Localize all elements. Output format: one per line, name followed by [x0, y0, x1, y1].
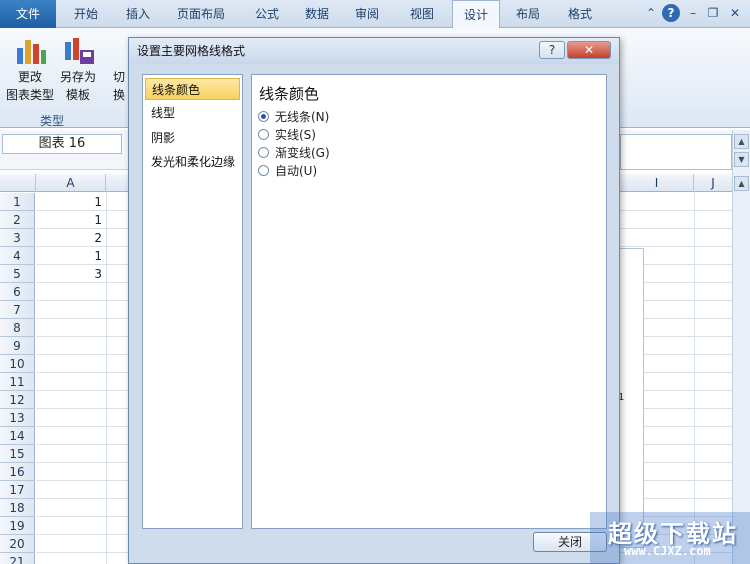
- change-chart-type-button[interactable]: 更改 图表类型: [4, 68, 56, 104]
- dialog-nav-pane: 线条颜色 线型 阴影 发光和柔化边缘: [142, 74, 243, 529]
- radio-icon[interactable]: [258, 147, 269, 158]
- column-header[interactable]: I: [620, 174, 694, 192]
- option-automatic[interactable]: 自动(U): [258, 162, 317, 180]
- tab-design[interactable]: 设计: [452, 0, 500, 29]
- group-label-type: 类型: [40, 114, 65, 128]
- radio-icon[interactable]: [258, 165, 269, 176]
- change-type-line2: 图表类型: [5, 88, 54, 102]
- nav-item-shadow[interactable]: 阴影: [145, 127, 240, 149]
- cell-a[interactable]: 1: [36, 247, 106, 265]
- tab-data[interactable]: 数据: [294, 0, 340, 28]
- row-header[interactable]: 12: [0, 391, 35, 409]
- row-header[interactable]: 5: [0, 265, 35, 283]
- collapse-ribbon-icon[interactable]: ⌃: [642, 4, 660, 22]
- row-header[interactable]: 8: [0, 319, 35, 337]
- save-template-line2: 模板: [65, 88, 90, 102]
- option-gradient-line[interactable]: 渐变线(G): [258, 144, 330, 162]
- option-label: 无线条(N): [275, 110, 330, 124]
- tab-view[interactable]: 视图: [394, 0, 450, 28]
- cell-a[interactable]: 1: [36, 211, 106, 229]
- radio-icon[interactable]: [258, 129, 269, 140]
- row-header[interactable]: 15: [0, 445, 35, 463]
- row-header[interactable]: 10: [0, 355, 35, 373]
- row-header[interactable]: 11: [0, 373, 35, 391]
- watermark-url: www.CJXZ.com: [624, 544, 711, 558]
- save-as-template-icon[interactable]: [62, 34, 96, 66]
- option-solid-line[interactable]: 实线(S): [258, 126, 316, 144]
- minimize-icon[interactable]: –: [684, 4, 702, 22]
- option-label: 渐变线(G): [275, 146, 330, 160]
- option-no-line[interactable]: 无线条(N): [258, 108, 329, 126]
- row-header[interactable]: 4: [0, 247, 35, 265]
- name-box[interactable]: 图表 16: [2, 134, 122, 154]
- row-header[interactable]: 3: [0, 229, 35, 247]
- tab-formulas[interactable]: 公式: [244, 0, 290, 28]
- row-header[interactable]: 19: [0, 517, 35, 535]
- save-as-template-button[interactable]: 另存为 模板: [56, 68, 100, 104]
- tab-page-layout[interactable]: 页面布局: [162, 0, 240, 28]
- row-header[interactable]: 21: [0, 553, 35, 564]
- row-header[interactable]: 18: [0, 499, 35, 517]
- cell-a[interactable]: 2: [36, 229, 106, 247]
- ribbon-tab-bar: 文件 开始 插入 页面布局 公式 数据 审阅 视图 设计 布局 格式 ⌃ ? –…: [0, 0, 750, 29]
- tab-format[interactable]: 格式: [556, 0, 604, 28]
- scroll-up-icon[interactable]: ▲: [734, 134, 749, 149]
- close-window-icon[interactable]: ✕: [726, 4, 744, 22]
- option-label: 实线(S): [275, 128, 316, 142]
- row-header[interactable]: 6: [0, 283, 35, 301]
- radio-icon[interactable]: [258, 111, 269, 122]
- scroll-down-icon[interactable]: ▼: [734, 152, 749, 167]
- row-header[interactable]: 17: [0, 481, 35, 499]
- select-all-corner[interactable]: [0, 174, 36, 192]
- tab-home[interactable]: 开始: [58, 0, 114, 28]
- tab-review[interactable]: 审阅: [344, 0, 390, 28]
- content-title: 线条颜色: [259, 85, 320, 103]
- row-header[interactable]: 1: [0, 193, 35, 211]
- help-icon[interactable]: ?: [662, 4, 680, 22]
- switch-row-column-button[interactable]: 切换: [108, 68, 130, 104]
- watermark-logo: 超级下载站 www.CJXZ.com: [590, 512, 750, 564]
- row-header[interactable]: 14: [0, 427, 35, 445]
- row-header[interactable]: 9: [0, 337, 35, 355]
- row-header[interactable]: 13: [0, 409, 35, 427]
- column-header[interactable]: A: [36, 174, 106, 192]
- format-gridlines-dialog: 设置主要网格线格式 ? ✕ 线条颜色 线型 阴影 发光和柔化边缘 线条颜色 无线…: [128, 37, 620, 564]
- row-header[interactable]: 2: [0, 211, 35, 229]
- grid-line: [694, 192, 695, 564]
- vertical-scrollbar[interactable]: ▲ ▼ ▲: [732, 130, 750, 564]
- option-label: 自动(U): [275, 164, 318, 178]
- save-template-line1: 另存为: [59, 70, 96, 84]
- cell-a[interactable]: 3: [36, 265, 106, 283]
- tab-file[interactable]: 文件: [0, 0, 56, 28]
- row-header[interactable]: 20: [0, 535, 35, 553]
- dialog-content-pane: 线条颜色 无线条(N) 实线(S) 渐变线(G) 自动(U): [251, 74, 607, 529]
- row-header[interactable]: 16: [0, 463, 35, 481]
- nav-item-line-color[interactable]: 线条颜色: [145, 78, 240, 100]
- tab-layout[interactable]: 布局: [504, 0, 552, 28]
- grid-line: [106, 192, 107, 564]
- cell-a[interactable]: 1: [36, 193, 106, 211]
- change-type-line1: 更改: [17, 70, 42, 84]
- formula-input[interactable]: [620, 134, 732, 170]
- scroll-up-icon[interactable]: ▲: [734, 176, 749, 191]
- tab-insert[interactable]: 插入: [116, 0, 160, 28]
- dialog-close-icon[interactable]: ✕: [567, 41, 611, 59]
- column-header[interactable]: J: [694, 174, 732, 192]
- dialog-help-button[interactable]: ?: [539, 41, 565, 59]
- restore-icon[interactable]: ❐: [704, 4, 722, 22]
- nav-item-glow-soft-edges[interactable]: 发光和柔化边缘: [145, 151, 240, 173]
- row-header[interactable]: 7: [0, 301, 35, 319]
- change-chart-type-icon[interactable]: [14, 34, 48, 66]
- nav-item-line-style[interactable]: 线型: [145, 102, 240, 124]
